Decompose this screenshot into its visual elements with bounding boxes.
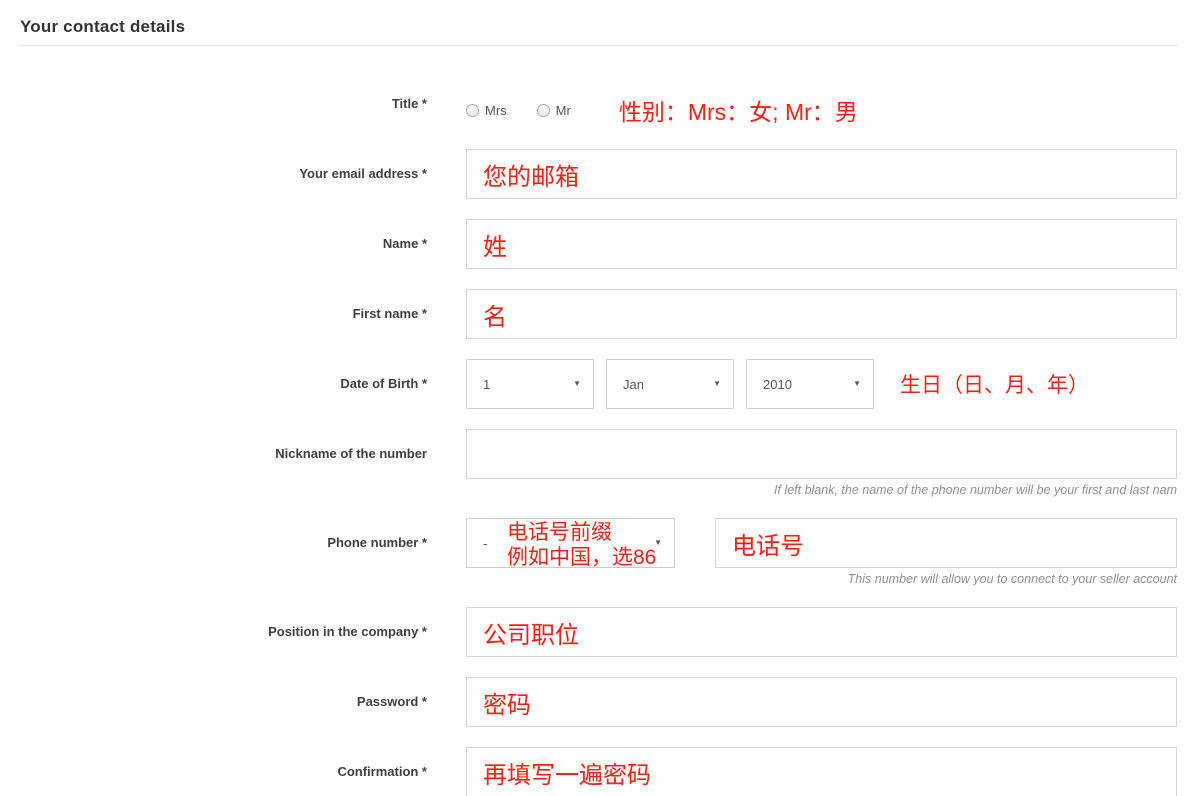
contact-details-page: Your contact details Title * Mrs Mr 性别：M…: [0, 0, 1186, 796]
first-name-label: First name *: [352, 306, 427, 321]
phone-helper-text: This number will allow you to connect to…: [847, 572, 1177, 586]
dob-row: Date of Birth * 1 ▼ Jan ▼ 2010 ▼ 生日（日、月、…: [20, 359, 1177, 409]
title-label: Title *: [391, 96, 427, 111]
phone-prefix-annotation: 电话号前缀 例如中国，选86: [507, 520, 656, 570]
confirmation-row: Confirmation *: [20, 747, 1177, 796]
page-title: Your contact details: [20, 17, 186, 36]
header-divider: [20, 45, 1177, 46]
chevron-down-icon: ▼: [853, 379, 861, 388]
phone-prefix-select[interactable]: - 电话号前缀 例如中国，选86 ▼: [466, 518, 675, 570]
title-annotation: 性别：Mrs：女; Mr：男: [618, 99, 858, 125]
radio-mr-label: Mr: [555, 102, 571, 118]
nickname-row: Nickname of the number If left blank, th…: [20, 429, 1177, 498]
dob-month-value: Jan: [623, 376, 644, 392]
password-row: Password *: [20, 677, 1177, 727]
contact-details-form: Title * Mrs Mr 性别：Mrs：女; Mr：男 Your email…: [20, 93, 1177, 796]
radio-unselected-icon[interactable]: [466, 103, 479, 117]
radio-mrs-label: Mrs: [485, 102, 507, 118]
password-label: Password *: [356, 694, 427, 709]
position-label: Position in the company *: [268, 624, 427, 639]
name-row: Name *: [20, 219, 1177, 269]
confirmation-label: Confirmation *: [337, 764, 427, 779]
phone-row: Phone number * - 电话号前缀 例如中国，选86 ▼ This n…: [20, 518, 1177, 587]
nickname-helper-text: If left blank, the name of the phone num…: [774, 483, 1177, 497]
password-input[interactable]: [466, 677, 1177, 727]
dob-year-select[interactable]: 2010 ▼: [746, 359, 874, 409]
position-input[interactable]: [466, 607, 1177, 657]
chevron-down-icon: ▼: [713, 379, 721, 388]
email-row: Your email address *: [20, 149, 1177, 199]
dob-label: Date of Birth *: [340, 376, 427, 391]
dob-annotation: 生日（日、月、年）: [900, 374, 1089, 397]
confirmation-input[interactable]: [466, 747, 1177, 796]
position-row: Position in the company *: [20, 607, 1177, 657]
first-name-input[interactable]: [466, 289, 1177, 339]
phone-prefix-annotation-line2: 例如中国，选86: [507, 546, 657, 569]
dob-day-select[interactable]: 1 ▼: [466, 359, 594, 409]
dob-year-value: 2010: [763, 376, 792, 392]
chevron-down-icon: ▼: [573, 379, 581, 388]
email-label: Your email address *: [299, 166, 427, 181]
nickname-input[interactable]: [466, 429, 1177, 479]
radio-mrs[interactable]: Mrs: [466, 103, 507, 118]
name-input[interactable]: [466, 219, 1177, 269]
title-row: Title * Mrs Mr 性别：Mrs：女; Mr：男: [20, 93, 1177, 127]
dob-month-select[interactable]: Jan ▼: [606, 359, 734, 409]
nickname-label: Nickname of the number: [275, 446, 427, 461]
dob-day-value: 1: [483, 376, 491, 392]
radio-mr[interactable]: Mr: [536, 102, 571, 118]
phone-number-input[interactable]: [715, 518, 1177, 568]
phone-label: Phone number *: [327, 535, 427, 550]
name-label: Name *: [382, 236, 427, 251]
radio-unselected-icon[interactable]: [536, 103, 550, 117]
phone-prefix-value: -: [483, 535, 488, 551]
email-input[interactable]: [466, 149, 1177, 199]
first-name-row: First name *: [20, 289, 1177, 339]
phone-prefix-annotation-line1: 电话号前缀: [507, 521, 612, 544]
chevron-down-icon: ▼: [654, 538, 662, 547]
